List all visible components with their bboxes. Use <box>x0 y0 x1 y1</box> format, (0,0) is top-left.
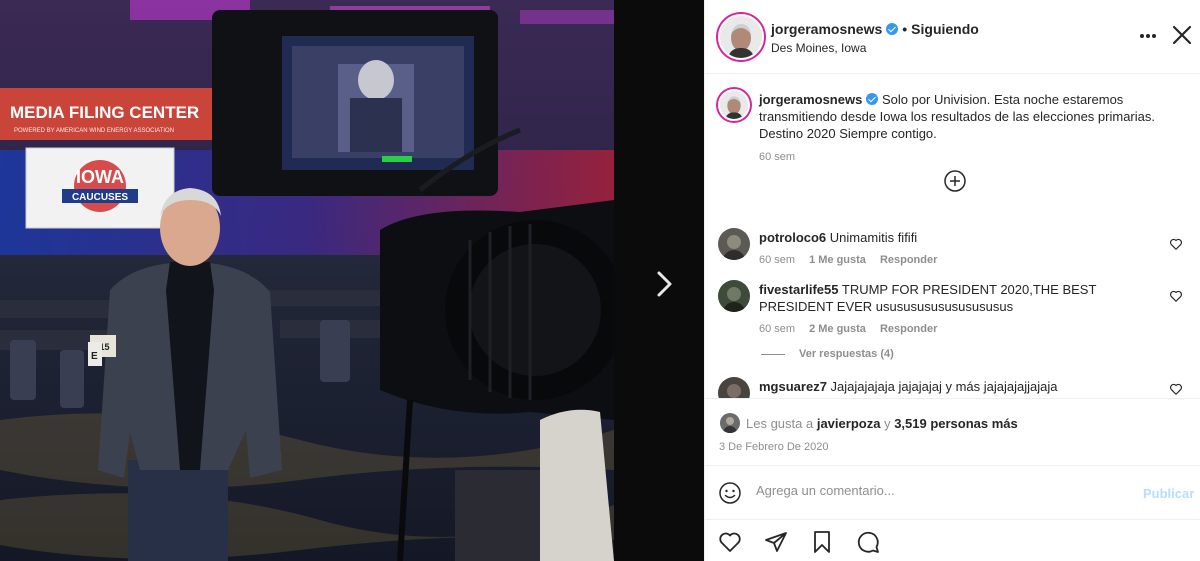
chevron-right-icon <box>657 271 672 297</box>
table-sign-e: E <box>91 351 98 362</box>
post-header: jorgeramosnews • Siguiendo Des Moines, Iow… <box>705 0 1200 74</box>
comment-text: Unimamitis fififi <box>829 230 918 245</box>
bookmark-icon[interactable] <box>810 530 834 554</box>
post-date[interactable]: 3 De Febrero De 2020 <box>719 441 828 453</box>
close-button[interactable] <box>1171 24 1193 46</box>
author-avatar-image <box>720 16 762 58</box>
likes-others-link[interactable]: 3,519 personas más <box>894 416 1018 431</box>
more-dots-icon <box>1140 34 1156 38</box>
author-avatar[interactable] <box>718 14 764 60</box>
author-line: jorgeramosnews • Siguiendo <box>771 21 979 37</box>
heart-icon[interactable] <box>718 530 742 554</box>
photo-scene: MEDIA FILING CENTER POWERED BY AMERICAN … <box>0 0 614 561</box>
comment-icon[interactable] <box>856 530 880 554</box>
comment-avatar[interactable] <box>718 280 750 312</box>
comment-time[interactable]: 60 sem <box>759 323 795 335</box>
caption-avatar[interactable] <box>718 89 750 121</box>
comment-time[interactable]: 60 sem <box>759 254 795 266</box>
comment-text: Jajajajajaja jajajajaj y más jajajajajja… <box>830 379 1058 394</box>
likes-conj: y <box>884 416 891 431</box>
likes-section: Les gusta a javierpoza y 3,519 personas … <box>705 398 1200 465</box>
verified-icon <box>866 93 879 105</box>
comment-body: mgsuarez7 Jajajajajaja jajajajaj y más j… <box>759 378 1159 395</box>
like-comment-heart-icon[interactable] <box>1169 237 1183 251</box>
more-options-button[interactable] <box>1137 26 1159 46</box>
reply-button[interactable]: Responder <box>880 323 937 335</box>
comment-body: fivestarlife55 TRUMP FOR PRESIDENT 2020,… <box>759 281 1159 338</box>
comment-likes[interactable]: 1 Me gusta <box>809 254 866 266</box>
caption-time[interactable]: 60 sem <box>759 151 795 163</box>
liker-avatar-image <box>720 413 740 433</box>
post-actions-bar <box>705 519 1200 561</box>
separator-dot: • <box>902 21 908 37</box>
like-comment-heart-icon[interactable] <box>1169 382 1183 396</box>
comment-input[interactable] <box>756 483 1136 498</box>
commenter-avatar-image <box>718 228 750 260</box>
plus-circle-icon <box>944 170 966 192</box>
screen-iowa-text: IOWA <box>76 167 124 187</box>
commenter-avatar-image <box>718 280 750 312</box>
post-location[interactable]: Des Moines, Iowa <box>771 41 866 55</box>
post-caption: jorgeramosnews Solo por Univision. Esta … <box>759 91 1159 166</box>
caption-avatar-image <box>720 91 748 119</box>
liker-avatar[interactable] <box>720 413 740 433</box>
reply-button[interactable]: Responder <box>880 254 937 266</box>
like-comment-heart-icon[interactable] <box>1169 289 1183 303</box>
publish-button[interactable]: Publicar <box>1143 486 1194 501</box>
add-comment-section: Publicar <box>705 465 1200 519</box>
comment-body: potroloco6 Unimamitis fififi 60 sem 1 Me … <box>759 229 1159 269</box>
comment-username[interactable]: potroloco6 <box>759 230 826 245</box>
caption-meta: 60 sem <box>759 149 1159 166</box>
caption-username[interactable]: jorgeramosnews <box>759 92 862 107</box>
liker-username[interactable]: javierpoza <box>817 416 881 431</box>
author-username[interactable]: jorgeramosnews <box>771 21 882 37</box>
next-post-button[interactable] <box>650 268 680 300</box>
verified-icon <box>886 23 899 35</box>
comment-meta: 60 sem 1 Me gusta Responder <box>759 252 1159 269</box>
comments-list[interactable]: jorgeramosnews Solo por Univision. Esta … <box>705 75 1200 398</box>
follow-status-button[interactable]: Siguiendo <box>911 21 979 37</box>
comment-avatar[interactable] <box>718 377 750 398</box>
likes-prefix: Les gusta a <box>746 416 814 431</box>
screen-caucuses-text: CAUCUSES <box>72 192 128 203</box>
load-more-comments-button[interactable] <box>943 169 967 193</box>
view-replies-button[interactable]: Ver respuestas (4) <box>761 348 894 360</box>
post-photo: MEDIA FILING CENTER POWERED BY AMERICAN … <box>0 0 614 561</box>
comment-likes[interactable]: 2 Me gusta <box>809 323 866 335</box>
close-icon <box>1172 25 1192 45</box>
commenter-avatar-image <box>718 377 750 398</box>
post-details-panel: jorgeramosnews • Siguiendo Des Moines, Iow… <box>704 0 1200 561</box>
comment-username[interactable]: mgsuarez7 <box>759 379 827 394</box>
comment-avatar[interactable] <box>718 228 750 260</box>
emoji-icon[interactable] <box>718 481 742 505</box>
banner-subtitle: POWERED BY AMERICAN WIND ENERGY ASSOCIAT… <box>14 128 174 134</box>
banner-title: MEDIA FILING CENTER <box>10 103 199 122</box>
share-direct-icon[interactable] <box>764 530 788 554</box>
comment-username[interactable]: fivestarlife55 <box>759 282 839 297</box>
comment-meta: 60 sem 2 Me gusta Responder <box>759 321 1159 338</box>
likes-summary: Les gusta a javierpoza y 3,519 personas … <box>746 416 1018 431</box>
